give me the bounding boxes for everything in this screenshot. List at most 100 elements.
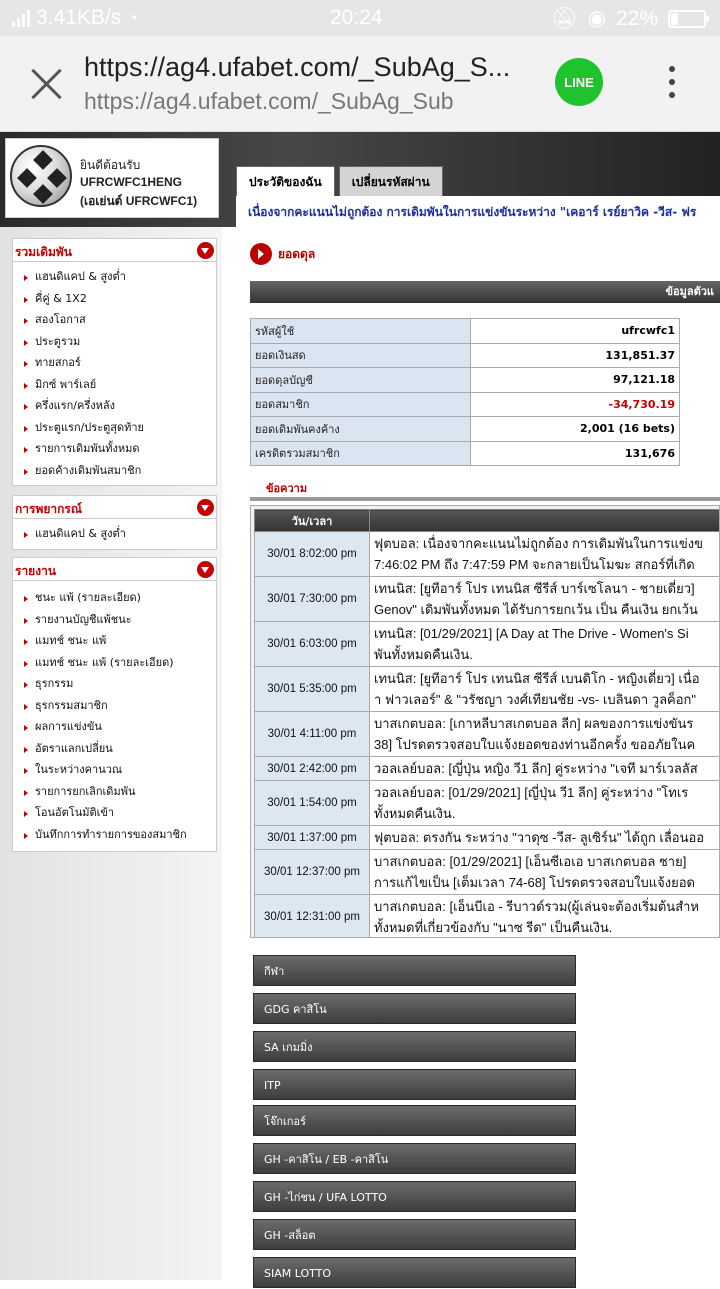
sidebar-item[interactable]: สองโอกาส [13,309,216,331]
message-text: ฟุตบอล: เนื่องจากคะแนนไม่ถูกต้อง การเดิม… [370,532,720,577]
game-button-gh-slot[interactable]: GH -สล็อต [253,1219,576,1250]
sidebar-item[interactable]: คี่คู่ & 1X2 [13,288,216,310]
page-title[interactable]: https://ag4.ufabet.com/_SubAg_S... [84,52,534,83]
info-label: เครดิตรวมสมาชิก [251,441,471,466]
wifi-icon: ◔ [127,8,138,29]
chevron-down-icon[interactable] [197,561,214,578]
sidebar: รวมเดิมพัน แฮนดิแคป & สูงต่ำ คี่คู่ & 1X… [0,227,222,1280]
info-label: ยอดสมาชิก [251,392,471,417]
account-info-table: รหัสผู้ใช้ufrcwfc1 ยอดเงินสด131,851.37 ย… [250,318,680,466]
table-row: 30/01 12:37:00 pmบาสเกตบอล: [01/29/2021]… [255,850,720,895]
football-logo-icon [10,145,72,207]
messages-table: วัน/เวลา 30/01 8:02:00 pmฟุตบอล: เนื่องจ… [254,509,720,938]
sidebar-item[interactable]: ประตูรวม [13,331,216,353]
sidebar-item[interactable]: มิกซ์ พาร์เลย์ [13,374,216,396]
signal-icon [12,9,30,27]
sidebar-item[interactable]: รายการเดิมพันทั้งหมด [13,438,216,460]
column-header-datetime: วัน/เวลา [255,510,370,532]
sidebar-section-header[interactable]: รายงาน [12,557,217,581]
sidebar-item[interactable]: แมทช์ ชนะ แพ้ (รายละเอียด) [13,652,216,674]
game-button-sports[interactable]: กีฬา [253,955,576,986]
table-row: เครดิตรวมสมาชิก131,676 [251,441,680,466]
balance-heading: ยอดดุล [278,245,315,264]
sidebar-item[interactable]: แฮนดิแคป & สูงต่ำ [13,523,216,545]
header-tabs: ประวัติของฉัน เปลี่ยนรหัสผ่าน [236,166,443,196]
username: UFRCWFC1HENG [80,175,182,189]
message-time: 30/01 12:31:00 pm [255,895,370,939]
message-text: บาสเกตบอล: [01/29/2021] [เอ็นซีเอเอ บาสเ… [370,850,720,895]
status-bar: 3.41KB/s ◔ 20:24 🔕︎ ◉ 22% [0,0,720,36]
sidebar-item[interactable]: ประตูแรก/ประตูสุดท้าย [13,417,216,439]
sidebar-menu: แฮนดิแคป & สูงต่ำ [12,519,217,550]
message-text: วอลเลย์บอล: [ญี่ปุ่น หญิง วี1 ลีก] คู่ระ… [370,757,720,781]
messages-panel: วัน/เวลา 30/01 8:02:00 pmฟุตบอล: เนื่องจ… [250,505,720,938]
table-row: 30/01 1:37:00 pmฟุตบอล: ตรงกัน ระหว่าง "… [255,826,720,850]
section-title: รวมเดิมพัน [15,243,72,262]
close-icon[interactable] [26,64,66,104]
message-text: บาสเกตบอล: [เอ็นบีเอ - รีบาวด์รวม(ผู้เล่… [370,895,720,939]
browser-toolbar: https://ag4.ufabet.com/_SubAg_S... https… [0,36,720,132]
sidebar-item[interactable]: อัตราแลกเปลี่ยน [13,738,216,760]
more-menu-icon[interactable] [664,66,680,106]
sidebar-item[interactable]: ธุรกรรมสมาชิก [13,695,216,717]
arrow-right-icon [250,243,272,265]
sidebar-item[interactable]: รายการยกเลิกเดิมพัน [13,781,216,803]
chevron-down-icon[interactable] [197,242,214,259]
info-label: รหัสผู้ใช้ [251,319,471,344]
game-button-gh-casino[interactable]: GH -คาสิโน / EB -คาสิโน [253,1143,576,1174]
tab-my-history[interactable]: ประวัติของฉัน [236,166,335,196]
game-button-siam-lotto[interactable]: SIAM LOTTO [253,1257,576,1288]
sidebar-item[interactable]: แมทช์ ชนะ แพ้ [13,630,216,652]
game-button-gdg-casino[interactable]: GDG คาสิโน [253,993,576,1024]
sidebar-item[interactable]: ธุรกรรม [13,673,216,695]
message-time: 30/01 6:03:00 pm [255,622,370,667]
info-value: 2,001 (16 bets) [471,417,680,442]
sidebar-section-header[interactable]: รวมเดิมพัน [12,238,217,262]
section-title: รายงาน [15,562,56,581]
sidebar-item[interactable]: ครึ่งแรก/ครึ่งหลัง [13,395,216,417]
table-row: ยอดเงินสด131,851.37 [251,343,680,368]
info-value: 131,676 [471,441,680,466]
sidebar-item[interactable]: บันทึกการทำรายการของสมาชิก [13,824,216,846]
page-url[interactable]: https://ag4.ufabet.com/_SubAg_Sub [84,88,454,115]
info-value: ufrcwfc1 [471,319,680,344]
message-time: 30/01 7:30:00 pm [255,577,370,622]
sidebar-section-reports: รายงาน ชนะ แพ้ (รายละเอียด) รายงานบัญชีแ… [12,557,217,852]
section-title: การพยากรณ์ [15,500,82,519]
balance-title: ยอดดุล [250,243,315,265]
sidebar-item[interactable]: โอนอัตโนมัติเข้า [13,802,216,824]
line-share-button[interactable]: LINE [555,58,603,106]
sidebar-section-bets: รวมเดิมพัน แฮนดิแคป & สูงต่ำ คี่คู่ & 1X… [12,238,217,486]
battery-percent: 22% [616,7,658,31]
message-time: 30/01 5:35:00 pm [255,667,370,712]
sidebar-item[interactable]: ในระหว่างคานวณ [13,759,216,781]
table-row: ยอดดุลบัญชี97,121.18 [251,368,680,393]
sidebar-item[interactable]: ทายสกอร์ [13,352,216,374]
message-time: 30/01 4:11:00 pm [255,712,370,757]
sidebar-item[interactable]: แฮนดิแคป & สูงต่ำ [13,266,216,288]
message-text: ฟุตบอล: ตรงกัน ระหว่าง "วาดุซ -วีส- ลูเซ… [370,826,720,850]
game-button-joker[interactable]: โจ๊กเกอร์ [253,1105,576,1136]
sidebar-item[interactable]: ผลการแข่งขัน [13,716,216,738]
game-button-itp[interactable]: ITP [253,1069,576,1100]
mute-bell-icon: 🔕︎ [551,7,578,31]
table-row: 30/01 7:30:00 pmเทนนิส: [ยูทีอาร์ โปร เท… [255,577,720,622]
message-text: เทนนิส: [ยูทีอาร์ โปร เทนนิส ซีรีส์ บาร์… [370,577,720,622]
message-time: 30/01 1:37:00 pm [255,826,370,850]
tab-change-password[interactable]: เปลี่ยนรหัสผ่าน [339,166,443,196]
agent-name: (เอเย่นต์ UFRCWFC1) [80,192,197,211]
chevron-down-icon[interactable] [197,499,214,516]
divider [250,497,720,501]
table-row: 30/01 8:02:00 pmฟุตบอล: เนื่องจากคะแนนไม… [255,532,720,577]
table-row: 30/01 5:35:00 pmเทนนิส: [ยูทีอาร์ โปร เท… [255,667,720,712]
sidebar-item[interactable]: ยอดค้างเดิมพันสมาชิก [13,460,216,482]
sidebar-section-header[interactable]: การพยากรณ์ [12,495,217,519]
info-value: 131,851.37 [471,343,680,368]
sidebar-item[interactable]: ชนะ แพ้ (รายละเอียด) [13,587,216,609]
sidebar-menu: แฮนดิแคป & สูงต่ำ คี่คู่ & 1X2 สองโอกาส … [12,262,217,486]
game-button-gh-cockfight[interactable]: GH -ไก่ชน / UFA LOTTO [253,1181,576,1212]
game-button-sa-gaming[interactable]: SA เกมมิ่ง [253,1031,576,1062]
sidebar-item[interactable]: รายงานบัญชีแพ้ชนะ [13,609,216,631]
announcement-marquee[interactable]: เนื่องจากคะแนนไม่ถูกต้อง การเดิมพันในการ… [236,196,720,228]
message-text: วอลเลย์บอล: [01/29/2021] [ญี่ปุ่น วี1 ลี… [370,781,720,826]
